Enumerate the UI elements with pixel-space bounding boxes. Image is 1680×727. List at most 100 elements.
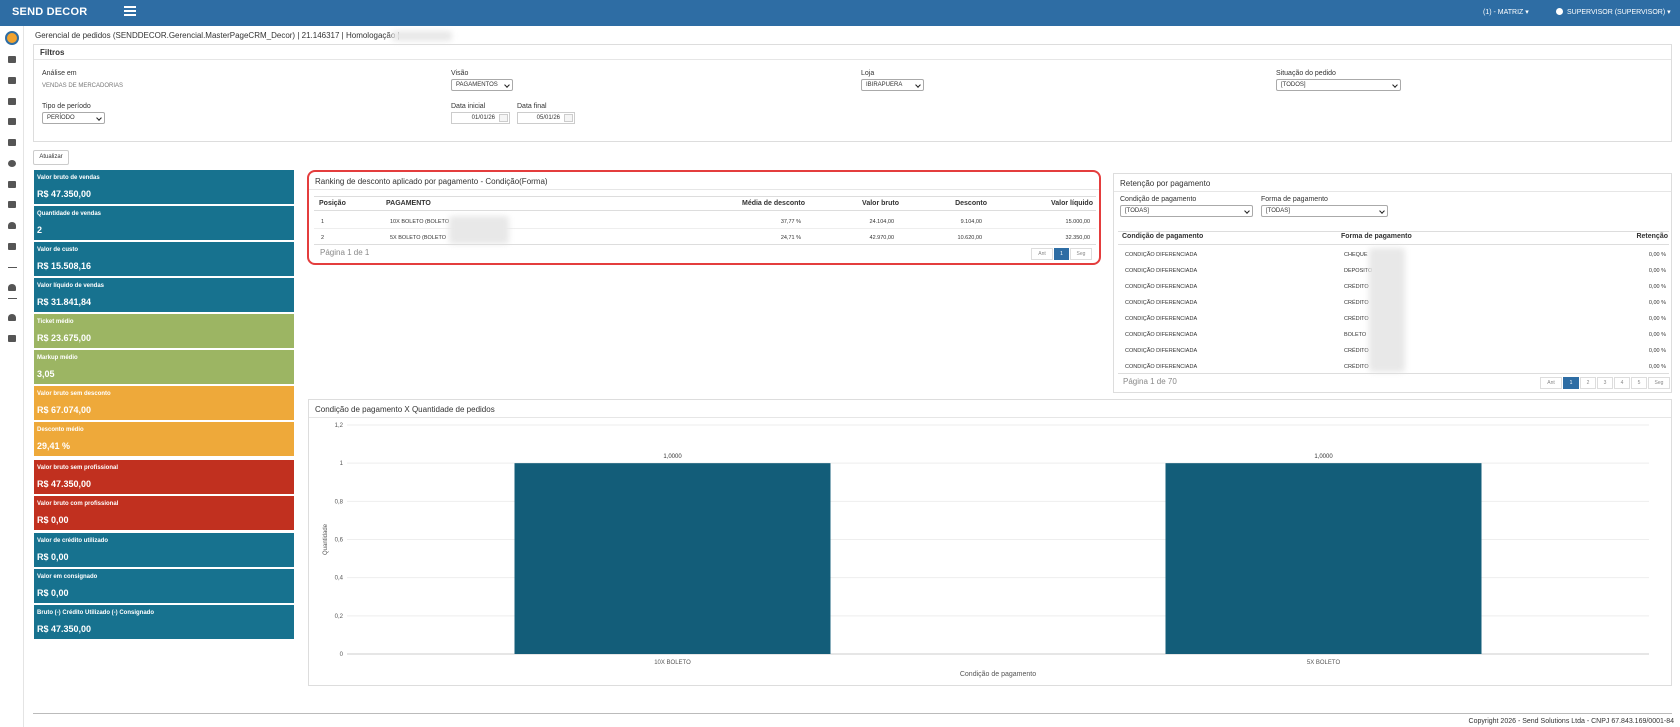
y-tick-label: 0,8 — [335, 499, 344, 505]
person-icon[interactable] — [8, 222, 16, 229]
data-final-label: Data final — [517, 103, 547, 110]
pager-page-button[interactable]: 4 — [1614, 377, 1630, 389]
tipo-periodo-select[interactable]: PERÍODO — [42, 112, 105, 124]
tile-value: 29,41 % — [37, 441, 71, 451]
cell-valor-liquido: 15.000,00 — [1065, 219, 1090, 225]
cell-retencao: 0,00 % — [1648, 348, 1666, 354]
divider — [1114, 191, 1671, 192]
user-menu[interactable]: SUPERVISOR (SUPERVISOR) ▾ — [1556, 8, 1671, 16]
x-tick-label: 10X BOLETO — [654, 660, 691, 666]
tile-value: 2 — [37, 225, 43, 235]
chevron-down-icon — [915, 82, 921, 88]
cell-posicao: 2 — [321, 235, 325, 241]
footer-copyright: Copyright 2026 - Send Solutions Ltda - C… — [1468, 718, 1674, 725]
cell-condicao: CONDIÇÃO DIFERENCIADA — [1125, 268, 1198, 274]
data-inicial-value: 01/01/26 — [471, 115, 495, 121]
data-inicial-input[interactable]: 01/01/26 — [451, 112, 510, 124]
calendar-icon[interactable] — [564, 114, 573, 122]
calendar-icon[interactable] — [499, 114, 508, 122]
tile-label: Valor líquido de vendas — [37, 283, 105, 289]
cell-forma: CRÉDITO — [1344, 284, 1369, 290]
cell-condicao: CONDIÇÃO DIFERENCIADA — [1125, 252, 1198, 258]
divider — [314, 196, 1096, 197]
tile-valor-liquido: Valor líquido de vendas R$ 31.841,84 — [34, 278, 294, 312]
envelope-icon[interactable] — [8, 98, 16, 105]
documents-icon[interactable] — [8, 181, 16, 188]
chart-panel: Condição de pagamento X Quantidade de pe… — [308, 399, 1672, 686]
cell-media-desconto: 37,77 % — [780, 219, 801, 225]
pager-prev-button[interactable]: Ant — [1540, 377, 1562, 389]
pie-chart-icon[interactable] — [8, 160, 16, 167]
update-button[interactable]: Atualizar — [33, 150, 69, 165]
cell-desconto: 9.104,00 — [960, 219, 982, 225]
store-icon[interactable] — [8, 77, 16, 84]
forma-select[interactable]: [TODAS] — [1261, 205, 1388, 217]
cell-condicao: CONDIÇÃO DIFERENCIADA — [1125, 348, 1198, 354]
redacted-text — [1369, 248, 1405, 372]
cell-valor-bruto: 42.970,00 — [869, 235, 894, 241]
cell-retencao: 0,00 % — [1648, 364, 1666, 370]
condicao-select[interactable]: [TODAS] — [1120, 205, 1253, 217]
pager-next-button[interactable]: Seg — [1648, 377, 1670, 389]
user-icon — [1556, 8, 1563, 15]
col-forma: Forma de pagamento — [1341, 233, 1412, 240]
data-final-input[interactable]: 05/01/26 — [517, 112, 575, 124]
tile-value: R$ 67.074,00 — [37, 405, 92, 415]
caret-down-icon: ▾ — [1667, 9, 1671, 16]
col-media-desconto: Média de desconto — [741, 200, 805, 207]
cell-condicao: CONDIÇÃO DIFERENCIADA — [1125, 316, 1198, 322]
cell-forma: CHEQUE — [1344, 252, 1368, 258]
divider — [314, 210, 1096, 211]
tile-value: R$ 0,00 — [37, 515, 69, 525]
pager-page-button[interactable]: 3 — [1597, 377, 1613, 389]
person-icon[interactable] — [8, 284, 16, 291]
file-icon[interactable] — [8, 243, 16, 250]
person-icon[interactable] — [8, 314, 16, 321]
sidebar-divider — [8, 267, 17, 268]
bar-chart-icon[interactable] — [8, 139, 16, 146]
pager-page-button[interactable]: 1 — [1563, 377, 1579, 389]
col-pagamento: PAGAMENTO — [386, 200, 431, 207]
retencao-panel: Retenção por pagamento Condição de pagam… — [1113, 173, 1672, 393]
col-posicao: Posição — [319, 200, 346, 207]
list-icon[interactable] — [8, 118, 16, 125]
forma-value: [TODAS] — [1266, 208, 1290, 214]
tile-label: Valor bruto sem profissional — [37, 465, 119, 471]
visao-value: PAGAMENTOS — [456, 82, 498, 88]
pager-page-button[interactable]: 1 — [1054, 248, 1069, 260]
y-tick-label: 0,4 — [335, 576, 344, 582]
home-icon[interactable] — [8, 56, 16, 63]
branch-selector[interactable]: (1) - MATRIZ ▾ — [1483, 8, 1529, 16]
pager-page-button[interactable]: 5 — [1631, 377, 1647, 389]
analise-label: Análise em — [42, 70, 77, 77]
tile-value: R$ 47.350,00 — [37, 624, 92, 634]
file-icon[interactable] — [8, 335, 16, 342]
data-label: 1,0000 — [663, 454, 682, 460]
pager-page-button[interactable]: 2 — [1580, 377, 1596, 389]
ranking-title: Ranking de desconto aplicado por pagamen… — [315, 177, 548, 186]
brand-logo[interactable]: SEND DECOR — [12, 6, 87, 18]
tile-label: Markup médio — [37, 355, 78, 361]
pager-prev-button[interactable]: Ant — [1031, 248, 1053, 260]
tile-value: R$ 0,00 — [37, 588, 69, 598]
chevron-down-icon — [1392, 82, 1398, 88]
tipo-periodo-label: Tipo de período — [42, 103, 91, 110]
cell-pagamento: 10X BOLETO (BOLETO — [390, 219, 450, 225]
tile-value: R$ 23.675,00 — [37, 333, 92, 343]
cell-retencao: 0,00 % — [1648, 300, 1666, 306]
situacao-select[interactable]: [TODOS] — [1276, 79, 1401, 91]
menu-hamburger-icon[interactable] — [124, 6, 136, 16]
top-bar: SEND DECOR (1) - MATRIZ ▾ SUPERVISOR (SU… — [0, 0, 1680, 26]
visao-select[interactable]: PAGAMENTOS — [451, 79, 513, 91]
loja-select[interactable]: IBIRAPUERA — [861, 79, 924, 91]
situacao-value: [TODOS] — [1281, 82, 1306, 88]
pager-next-button[interactable]: Seg — [1070, 248, 1092, 260]
left-sidebar — [0, 26, 24, 727]
redacted-text — [392, 31, 452, 41]
laptop-icon[interactable] — [8, 201, 16, 208]
cell-condicao: CONDIÇÃO DIFERENCIADA — [1125, 332, 1198, 338]
tile-value: R$ 47.350,00 — [37, 479, 92, 489]
tile-markup-medio: Markup médio 3,05 — [34, 350, 294, 384]
col-desconto: Desconto — [955, 200, 987, 207]
chevron-down-icon — [504, 82, 510, 88]
